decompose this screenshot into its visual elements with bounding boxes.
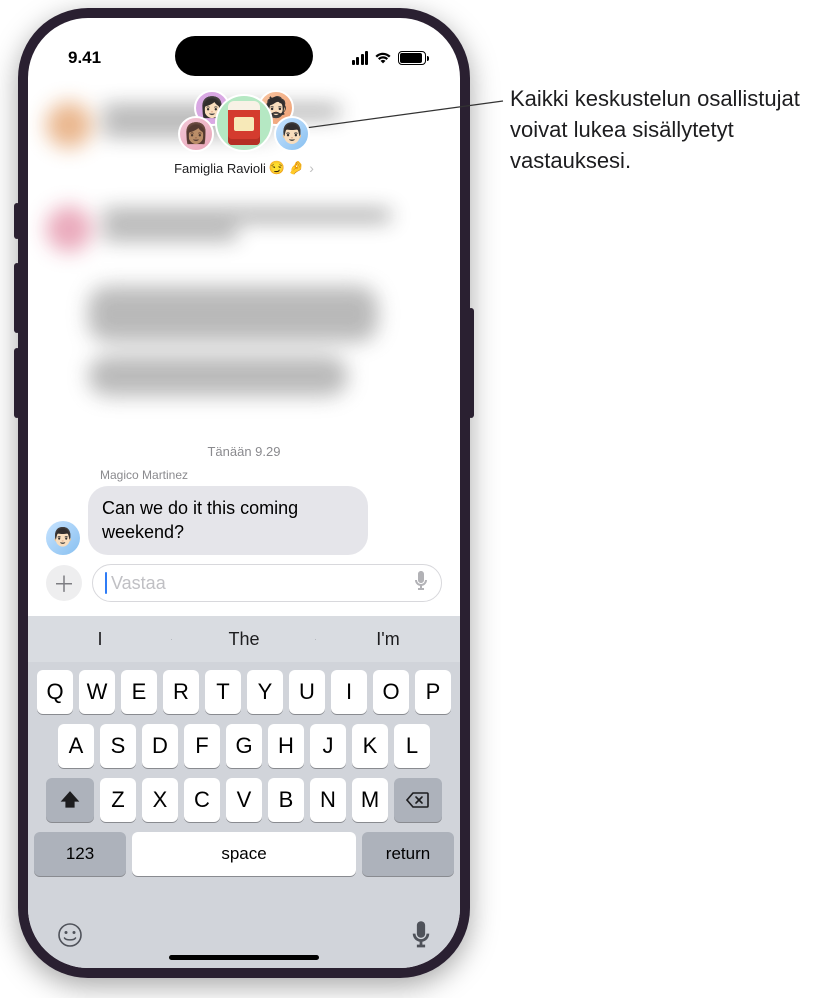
group-name-row[interactable]: Famiglia Ravioli 😏 🤌 › — [174, 160, 314, 176]
key-z[interactable]: Z — [100, 778, 136, 822]
key-s[interactable]: S — [100, 724, 136, 768]
key-l[interactable]: L — [394, 724, 430, 768]
suggestion-bar: I The I'm — [28, 616, 460, 662]
key-d[interactable]: D — [142, 724, 178, 768]
silent-switch — [14, 203, 20, 239]
group-emoji: 🤌 — [288, 160, 304, 176]
suggestion[interactable]: I'm — [316, 629, 460, 650]
volume-down — [14, 348, 20, 418]
status-time: 9.41 — [68, 48, 101, 68]
participant-avatar: 👨🏻 — [274, 116, 310, 152]
power-button — [468, 308, 474, 418]
group-avatar — [215, 94, 273, 152]
group-name: Famiglia Ravioli — [174, 161, 266, 176]
key-o[interactable]: O — [373, 670, 409, 714]
key-u[interactable]: U — [289, 670, 325, 714]
suggestion[interactable]: The — [172, 629, 316, 650]
timestamp: Tänään 9.29 — [28, 444, 460, 459]
key-f[interactable]: F — [184, 724, 220, 768]
key-n[interactable]: N — [310, 778, 346, 822]
key-g[interactable]: G — [226, 724, 262, 768]
add-button[interactable]: ＋ — [46, 565, 82, 601]
group-emoji: 😏 — [269, 160, 285, 176]
key-e[interactable]: E — [121, 670, 157, 714]
sender-name: Magico Martinez — [100, 468, 188, 482]
suggestion[interactable]: I — [28, 629, 172, 650]
screen: 9.41 — [28, 18, 460, 968]
group-header[interactable]: 👩🏻 👩🏽 🧔🏻 👨🏻 Famiglia Ravioli 😏 🤌 › — [28, 94, 460, 176]
dynamic-island — [175, 36, 313, 76]
text-caret — [105, 572, 107, 594]
key-t[interactable]: T — [205, 670, 241, 714]
backspace-key[interactable] — [394, 778, 442, 822]
key-b[interactable]: B — [268, 778, 304, 822]
sender-avatar[interactable]: 👨🏻 — [46, 521, 80, 555]
home-indicator[interactable] — [169, 955, 319, 960]
battery-icon — [398, 51, 426, 65]
wifi-icon — [374, 51, 392, 65]
volume-up — [14, 263, 20, 333]
message-row: 👨🏻 Can we do it this coming weekend? — [46, 486, 442, 555]
key-x[interactable]: X — [142, 778, 178, 822]
keyboard: I The I'm QWERTYUIOP ASDFGHJKL ZXCVBNM 1… — [28, 616, 460, 968]
space-key[interactable]: space — [132, 832, 356, 876]
dictation-key-icon[interactable] — [410, 921, 432, 956]
key-a[interactable]: A — [58, 724, 94, 768]
key-y[interactable]: Y — [247, 670, 283, 714]
key-k[interactable]: K — [352, 724, 388, 768]
shift-key[interactable] — [46, 778, 94, 822]
cellular-signal-icon — [352, 51, 369, 65]
key-p[interactable]: P — [415, 670, 451, 714]
key-j[interactable]: J — [310, 724, 346, 768]
ravioli-icon — [228, 101, 260, 145]
chevron-right-icon: › — [309, 160, 314, 176]
key-h[interactable]: H — [268, 724, 304, 768]
reply-input[interactable]: Vastaa — [92, 564, 442, 602]
participant-avatar: 👩🏽 — [178, 116, 214, 152]
phone-frame: 9.41 — [18, 8, 470, 978]
key-c[interactable]: C — [184, 778, 220, 822]
dictation-icon[interactable] — [413, 571, 429, 596]
group-avatar-stack[interactable]: 👩🏻 👩🏽 🧔🏻 👨🏻 — [174, 94, 314, 154]
key-w[interactable]: W — [79, 670, 115, 714]
key-v[interactable]: V — [226, 778, 262, 822]
emoji-keyboard-icon[interactable] — [56, 921, 84, 956]
key-i[interactable]: I — [331, 670, 367, 714]
reply-placeholder: Vastaa — [111, 573, 413, 594]
return-key[interactable]: return — [362, 832, 454, 876]
numbers-key[interactable]: 123 — [34, 832, 126, 876]
key-r[interactable]: R — [163, 670, 199, 714]
key-q[interactable]: Q — [37, 670, 73, 714]
annotation-text: Kaikki keskustelun osallistujat voivat l… — [510, 84, 800, 176]
message-bubble[interactable]: Can we do it this coming weekend? — [88, 486, 368, 555]
compose-bar: ＋ Vastaa — [46, 564, 442, 602]
key-m[interactable]: M — [352, 778, 388, 822]
